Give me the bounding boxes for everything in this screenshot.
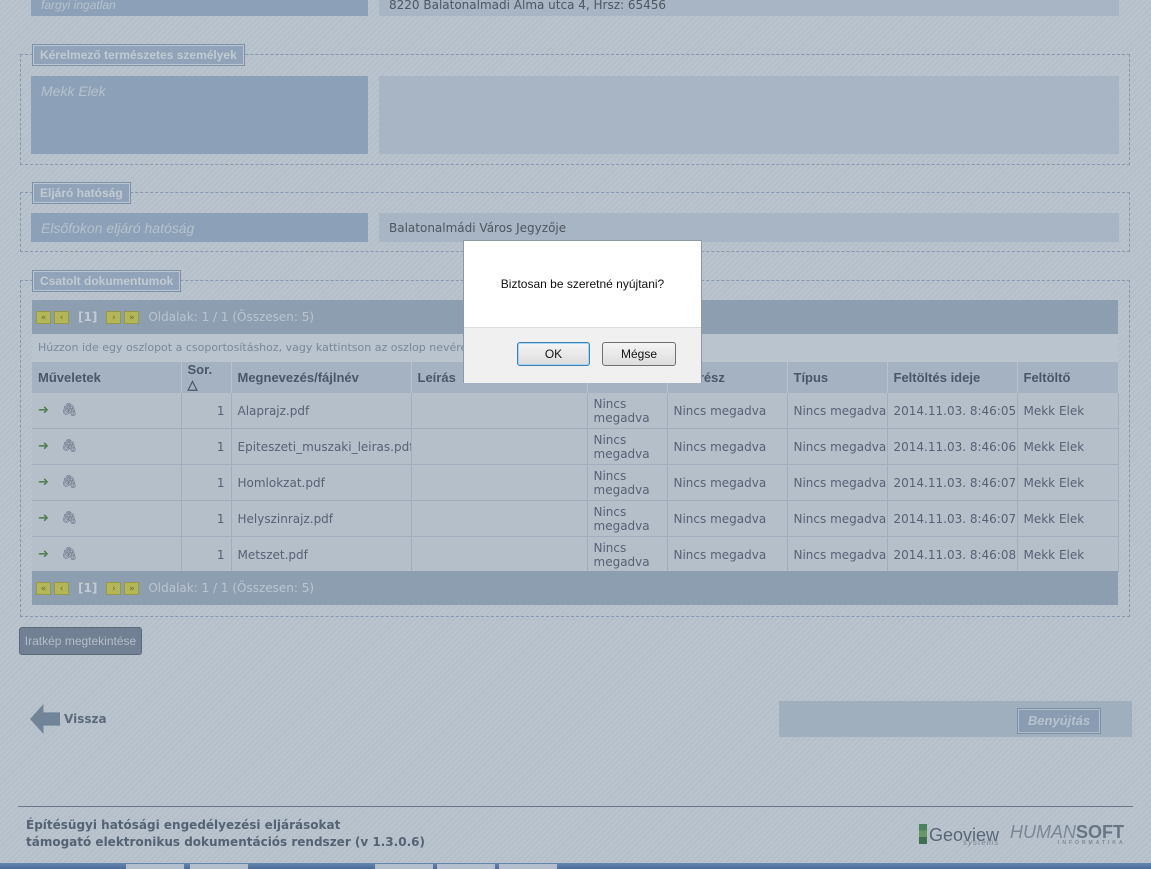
dialog-footer: OK Mégse (464, 327, 701, 383)
dialog-message: Biztosan be szeretné nyújtani? (500, 277, 665, 291)
cancel-button[interactable]: Mégse (602, 342, 676, 366)
confirm-dialog: Biztosan be szeretné nyújtani? OK Mégse (463, 240, 702, 383)
modal-overlay (0, 0, 1151, 869)
ok-button[interactable]: OK (517, 342, 590, 366)
